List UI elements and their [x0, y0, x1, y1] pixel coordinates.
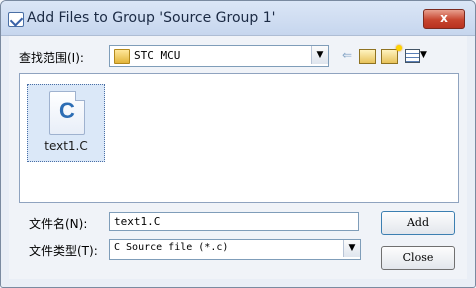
add-button[interactable]: Add [381, 211, 455, 235]
window-close-button[interactable]: x [423, 9, 465, 29]
view-dropdown-icon: ▼ [420, 50, 427, 60]
title-bar[interactable]: Add Files to Group 'Source Group 1' x [1, 1, 475, 36]
filename-input[interactable]: text1.C [109, 212, 359, 231]
filetype-select[interactable]: C Source file (*.c) ▼ [109, 239, 361, 260]
close-button[interactable]: Close [381, 246, 455, 270]
c-file-icon: C [49, 91, 85, 135]
file-item[interactable]: C text1.C [27, 84, 105, 162]
view-details-icon [405, 49, 420, 63]
file-item-label: text1.C [44, 139, 88, 153]
dialog-app-icon [8, 12, 24, 27]
dialog-window: Add Files to Group 'Source Group 1' x 查找… [0, 0, 476, 288]
chevron-down-icon[interactable]: ▼ [311, 46, 328, 64]
new-folder-icon[interactable] [381, 45, 402, 64]
view-menu-button[interactable]: ▼ [405, 47, 431, 63]
folder-icon [114, 49, 130, 64]
up-folder-icon[interactable] [359, 49, 376, 64]
dialog-title: Add Files to Group 'Source Group 1' [27, 10, 276, 26]
c-file-letter: C [59, 98, 75, 123]
back-arrow-icon[interactable]: ⇐ [339, 47, 355, 63]
chevron-down-icon[interactable]: ▼ [343, 240, 360, 257]
filetype-value: C Source file (*.c) [114, 242, 229, 253]
file-list[interactable]: C text1.C [19, 73, 459, 203]
look-in-label: 查找范围(I): [19, 51, 84, 65]
look-in-combo[interactable]: STC MCU ▼ [109, 45, 329, 67]
filename-label: 文件名(N): [29, 217, 88, 231]
look-in-value: STC MCU [134, 49, 181, 62]
filetype-label: 文件类型(T): [29, 244, 98, 258]
